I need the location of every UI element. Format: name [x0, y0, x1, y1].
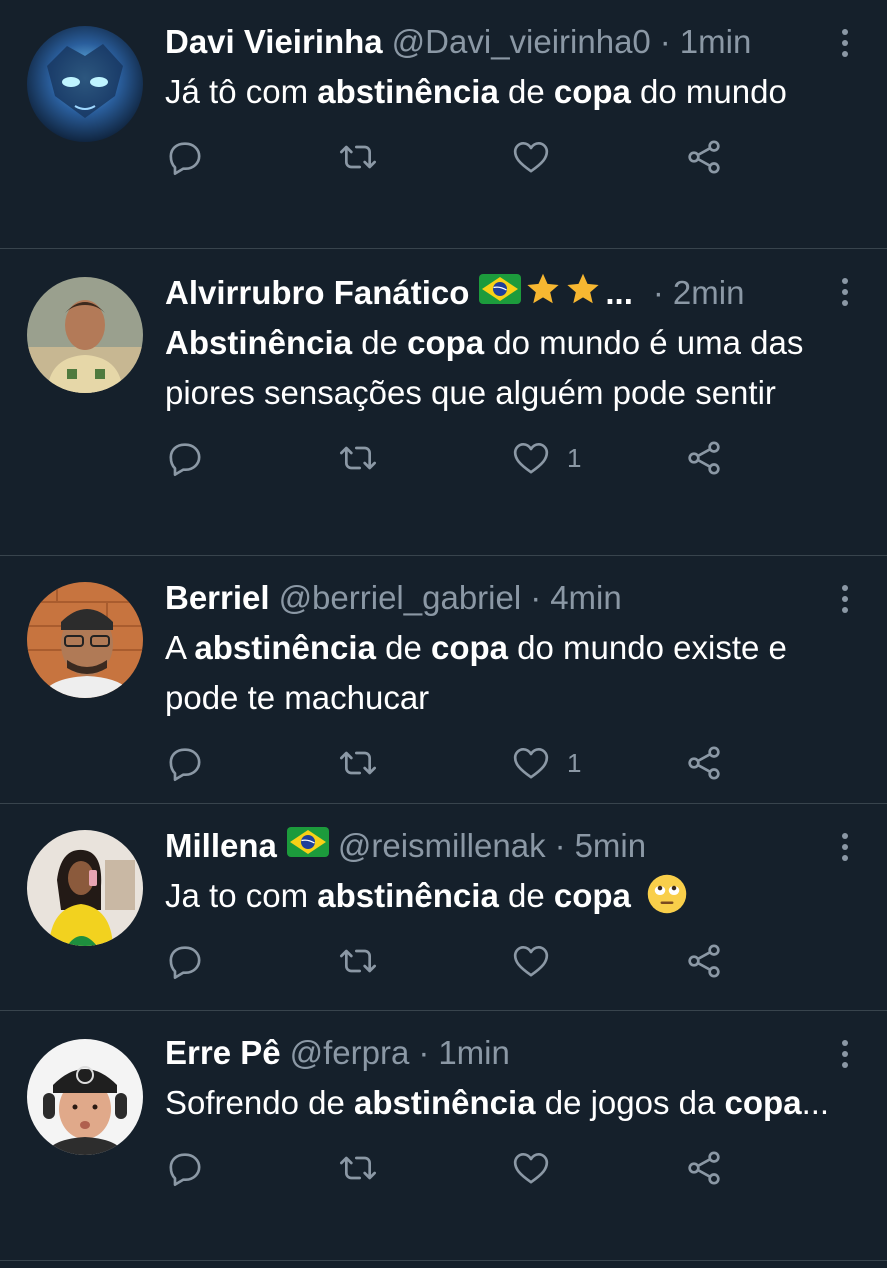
author-handle[interactable]: @ferpra: [290, 1033, 410, 1073]
reply-button[interactable]: [165, 1148, 338, 1188]
separator: ·: [530, 579, 542, 616]
tweet-text: A abstinência de copa do mundo existe e …: [165, 629, 787, 716]
reply-button[interactable]: [165, 137, 338, 177]
retweet-icon: [340, 751, 376, 775]
tweet-5[interactable]: Erre Pê @ferpra · 1min Sofrendo de absti…: [0, 1011, 887, 1261]
reply-icon: [169, 443, 201, 476]
share-button[interactable]: [684, 1148, 857, 1188]
author-handle[interactable]: @berriel_gabriel: [279, 578, 522, 618]
avatar[interactable]: [27, 582, 143, 698]
tweet-actions: 1: [165, 436, 857, 480]
tweet-text: Sofrendo de abstinência de jogos da copa…: [165, 1084, 830, 1121]
heart-icon: [513, 1153, 549, 1184]
author-name[interactable]: Erre Pê: [165, 1033, 281, 1073]
share-icon: [688, 944, 720, 978]
reply-button[interactable]: [165, 941, 338, 981]
avatar[interactable]: [27, 1039, 143, 1155]
reply-icon: [169, 748, 201, 781]
retweet-button[interactable]: [338, 941, 511, 981]
tweet-text: Abstinência de copa do mundo é uma das p…: [165, 324, 804, 411]
retweet-icon: [340, 1156, 376, 1180]
separator: ·: [418, 1034, 430, 1071]
like-button[interactable]: [511, 941, 684, 981]
separator: ·: [659, 23, 671, 60]
eye-roll-emoji-icon: [647, 874, 687, 914]
retweet-button[interactable]: [338, 438, 511, 478]
share-icon: [688, 746, 720, 780]
author-handle[interactable]: @Davi_vieirinha0: [392, 22, 651, 62]
brazil-flag-icon: [286, 827, 329, 857]
name-badges: [286, 827, 329, 857]
tweet-3[interactable]: Berriel @berriel_gabriel · 4min A abstin…: [0, 556, 887, 804]
heart-icon: [513, 946, 549, 977]
avatar[interactable]: [27, 830, 143, 946]
author-name[interactable]: Alvirrubro Fanático: [165, 273, 469, 313]
like-button[interactable]: 1: [511, 438, 684, 478]
retweet-button[interactable]: [338, 743, 511, 783]
retweet-icon: [340, 949, 376, 973]
more-options-icon[interactable]: [837, 1039, 853, 1069]
reply-icon: [169, 946, 201, 979]
tweet-text: Já tô com abstinência de copa do mundo: [165, 73, 787, 110]
separator: ·: [554, 827, 566, 864]
like-button[interactable]: [511, 1148, 684, 1188]
reply-button[interactable]: [165, 743, 338, 783]
tweet-actions: [165, 135, 857, 179]
like-count: 1: [567, 747, 582, 778]
share-button[interactable]: [684, 438, 857, 478]
reply-icon: [169, 142, 201, 176]
avatar[interactable]: [27, 277, 143, 393]
more-options-icon[interactable]: [837, 832, 853, 862]
timestamp[interactable]: 1min: [438, 1033, 510, 1073]
more-options-icon[interactable]: [837, 28, 853, 58]
author-name[interactable]: Berriel: [165, 578, 270, 618]
share-icon: [688, 1151, 720, 1185]
reply-icon: [169, 1153, 201, 1186]
retweet-icon: [340, 446, 376, 470]
retweet-button[interactable]: [338, 137, 511, 177]
share-icon: [688, 441, 720, 475]
share-button[interactable]: [684, 137, 857, 177]
share-button[interactable]: [684, 743, 857, 783]
star-icon: [567, 273, 599, 304]
tweet-actions: [165, 1146, 857, 1190]
tweet-2[interactable]: Alvirrubro Fanático ... · 2min Abstinênc…: [0, 249, 887, 556]
like-button[interactable]: [511, 137, 684, 177]
share-button[interactable]: [684, 941, 857, 981]
avatar[interactable]: [27, 26, 143, 142]
share-icon: [688, 140, 720, 174]
more-options-icon[interactable]: [837, 584, 853, 614]
tweet-actions: [165, 939, 857, 983]
tweet-1[interactable]: Davi Vieirinha @Davi_vieirinha0 · 1min J…: [0, 0, 887, 249]
like-button[interactable]: 1: [511, 743, 684, 783]
brazil-flag-icon: [479, 274, 522, 304]
name-badges: [479, 271, 601, 307]
retweet-icon: [340, 145, 376, 169]
author-handle[interactable]: @reismillenak: [338, 826, 546, 866]
more-options-icon[interactable]: [837, 277, 853, 307]
name-ellipsis: ...: [605, 274, 633, 311]
author-name[interactable]: Davi Vieirinha: [165, 22, 383, 62]
like-count: 1: [567, 442, 582, 473]
timestamp[interactable]: 1min: [680, 22, 752, 62]
timestamp[interactable]: 2min: [673, 273, 745, 313]
reply-button[interactable]: [165, 438, 338, 478]
heart-icon: [513, 142, 549, 173]
retweet-button[interactable]: [338, 1148, 511, 1188]
timestamp[interactable]: 5min: [575, 826, 647, 866]
separator: ·: [652, 274, 664, 311]
author-name[interactable]: Millena: [165, 826, 277, 866]
star-icon: [527, 273, 559, 304]
heart-icon: [513, 748, 549, 779]
tweet-feed: Davi Vieirinha @Davi_vieirinha0 · 1min J…: [0, 0, 887, 1268]
heart-icon: [513, 443, 549, 474]
timestamp[interactable]: 4min: [550, 578, 622, 618]
tweet-4[interactable]: Millena @reismillenak · 5min Ja to com a…: [0, 804, 887, 1011]
tweet-actions: 1: [165, 741, 857, 785]
tweet-text: Ja to com abstinência de copa: [165, 866, 857, 921]
